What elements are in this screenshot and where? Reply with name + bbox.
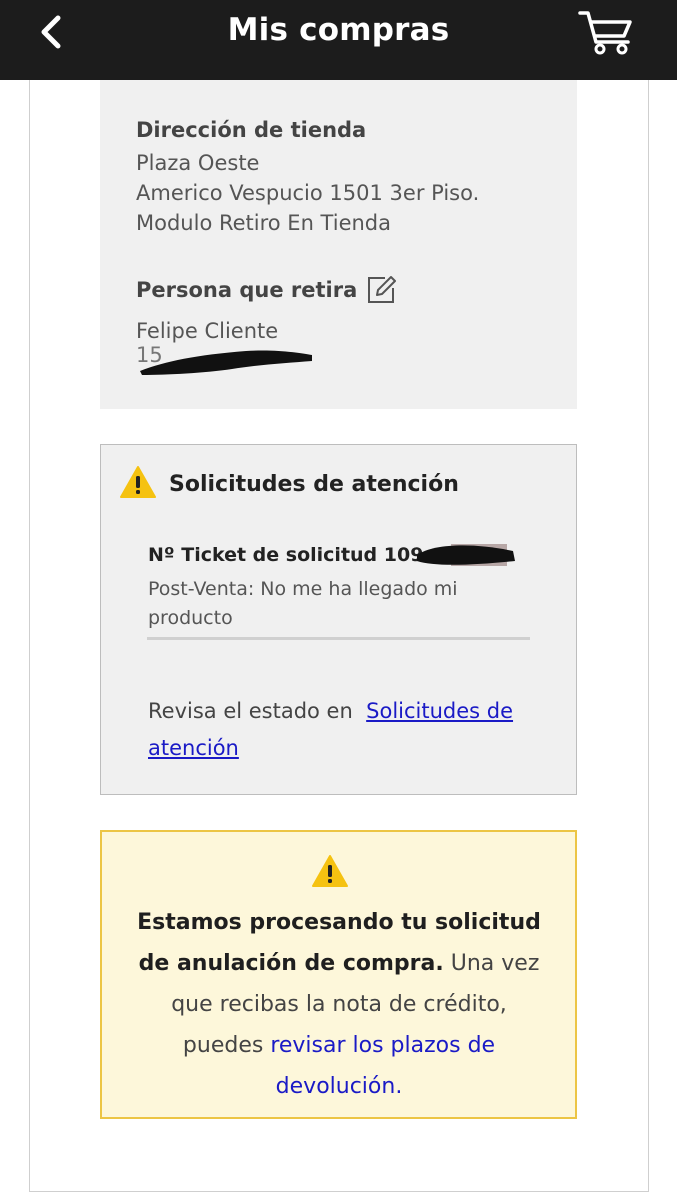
redacted-id: 15	[136, 340, 577, 375]
ticket-number-label: Nº Ticket de solicitud 109	[148, 544, 424, 566]
requests-card: Solicitudes de atención Nº Ticket de sol…	[100, 444, 577, 795]
review-status: Revisa el estado en Solicitudes de atenc…	[148, 693, 538, 767]
requests-title: Solicitudes de atención	[169, 471, 459, 497]
ticket-description: Post-Venta: No me ha llegado mi producto	[148, 578, 458, 629]
notice-message: Estamos procesando tu solicitud de anula…	[130, 902, 548, 1107]
store-address-line2: Modulo Retiro En Tienda	[136, 211, 391, 235]
cancellation-notice: Estamos procesando tu solicitud de anula…	[100, 830, 577, 1119]
redacted-ticket	[417, 544, 516, 566]
divider	[147, 637, 530, 640]
review-prefix: Revisa el estado en	[148, 699, 353, 723]
app-header: Mis compras	[0, 0, 677, 80]
store-card: Dirección de tienda Plaza Oeste Americo …	[100, 80, 577, 409]
edit-icon[interactable]	[365, 274, 397, 306]
warning-icon	[311, 854, 349, 892]
store-name: Plaza Oeste	[136, 151, 260, 175]
return-terms-link[interactable]: revisar los plazos de devolución.	[270, 1033, 495, 1099]
warning-icon	[119, 465, 157, 503]
store-heading: Dirección de tienda	[136, 118, 367, 142]
cart-icon[interactable]	[576, 8, 636, 56]
ticket-number: Nº Ticket de solicitud 109	[148, 541, 538, 569]
store-address-line1: Americo Vespucio 1501 3er Piso.	[136, 181, 480, 205]
person-heading: Persona que retira	[136, 278, 358, 302]
